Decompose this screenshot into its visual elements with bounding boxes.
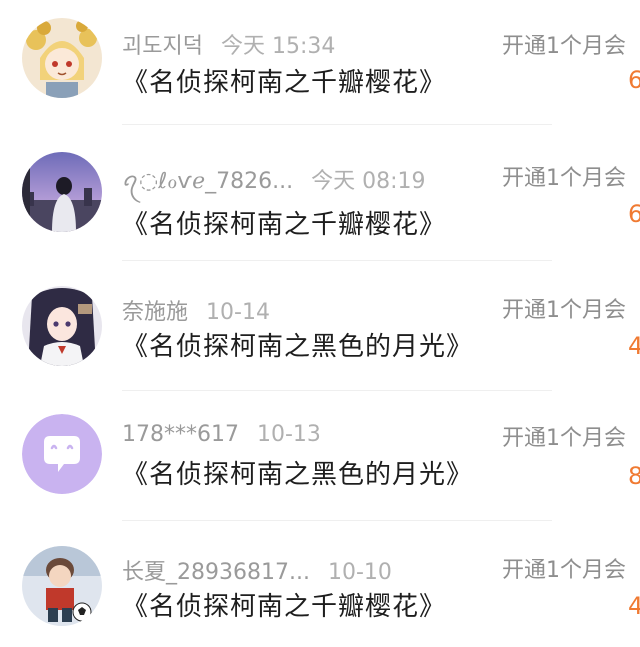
- boy-football-avatar[interactable]: [22, 546, 102, 626]
- username[interactable]: 长夏_28936817...: [122, 560, 310, 585]
- movie-title[interactable]: 《名侦探柯南之千瓣樱花》: [122, 586, 446, 623]
- divider: [122, 520, 552, 521]
- list-item[interactable]: 178***617 10-13 《名侦探柯南之黑色的月光》 开通1个月会 8: [0, 390, 640, 522]
- gift-record-list: 괴도지덕 今天 15:34 《名侦探柯南之千瓣樱花》 开通1个月会 6 ꪖ◌ℓℴ…: [0, 0, 640, 647]
- price: 6: [628, 200, 640, 228]
- chat-bubble-avatar[interactable]: [22, 414, 102, 494]
- movie-title[interactable]: 《名侦探柯南之千瓣樱花》: [122, 62, 446, 99]
- list-item[interactable]: ꪖ◌ℓℴѵℯ_7826... 今天 08:19 《名侦探柯南之千瓣樱花》 开通1个…: [0, 130, 640, 262]
- membership-plan: 开通1个月会: [502, 558, 626, 583]
- timestamp: 今天 15:34: [220, 34, 336, 59]
- list-item[interactable]: 奈施施 10-14 《名侦探柯南之黑色的月光》 开通1个月会 4: [0, 262, 640, 391]
- price: 4: [628, 332, 640, 360]
- membership-plan: 开通1个月会: [502, 166, 626, 191]
- anime-schoolgirl-avatar[interactable]: [22, 286, 102, 366]
- movie-title[interactable]: 《名侦探柯南之黑色的月光》: [122, 326, 473, 363]
- movie-title[interactable]: 《名侦探柯南之黑色的月光》: [122, 454, 473, 491]
- membership-plan: 开通1个月会: [502, 426, 626, 451]
- username[interactable]: 178***617: [122, 422, 239, 447]
- timestamp: 今天 08:19: [311, 169, 426, 194]
- timestamp: 10-10: [327, 560, 392, 585]
- price: 4: [628, 592, 640, 620]
- membership-plan: 开通1个月会: [502, 298, 626, 323]
- membership-plan: 开通1个月会: [502, 34, 626, 59]
- price: 8: [628, 462, 640, 490]
- movie-title[interactable]: 《名侦探柯南之千瓣樱花》: [122, 204, 446, 241]
- anime-girl-avatar[interactable]: [22, 18, 102, 98]
- username[interactable]: 괴도지덕: [122, 34, 203, 59]
- divider: [122, 260, 552, 261]
- timestamp: 10-14: [206, 300, 270, 325]
- list-item[interactable]: 괴도지덕 今天 15:34 《名侦探柯南之千瓣樱花》 开通1个月会 6: [0, 0, 640, 130]
- username[interactable]: 奈施施: [122, 300, 188, 325]
- price: 6: [628, 66, 640, 94]
- girl-window-avatar[interactable]: [22, 152, 102, 232]
- timestamp: 10-13: [256, 422, 321, 447]
- list-item[interactable]: 长夏_28936817... 10-10 《名侦探柯南之千瓣樱花》 开通1个月会 …: [0, 522, 640, 647]
- username[interactable]: ꪖ◌ℓℴѵℯ_7826...: [122, 169, 293, 194]
- divider: [122, 124, 552, 125]
